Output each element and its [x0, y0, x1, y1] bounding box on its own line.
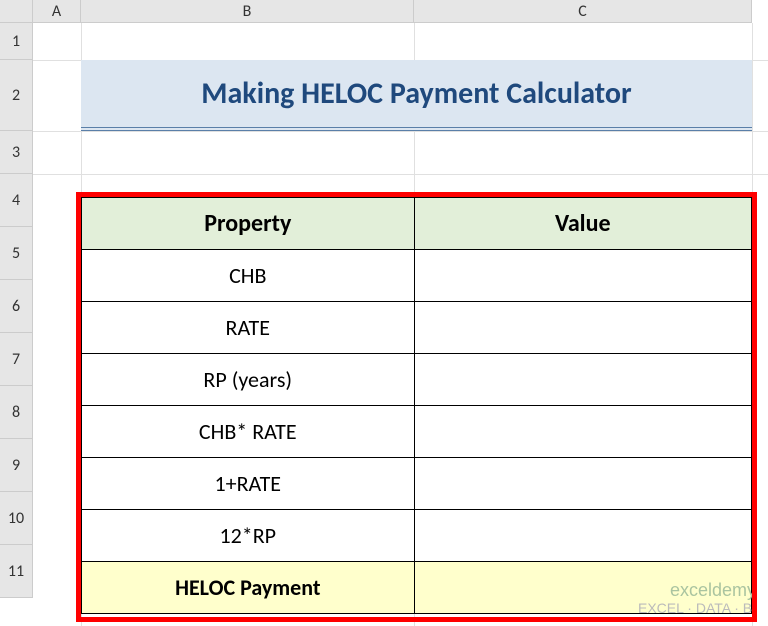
- row-header-4[interactable]: 4: [0, 174, 33, 227]
- watermark-tagline: EXCEL · DATA · BI: [638, 601, 756, 616]
- table-row: CHB* RATE: [82, 406, 752, 458]
- cell-value-1rate[interactable]: [414, 458, 751, 510]
- column-header-c[interactable]: C: [414, 0, 752, 23]
- table-row: RATE: [82, 302, 752, 354]
- column-header-b[interactable]: B: [81, 0, 414, 23]
- row-header-2[interactable]: 2: [0, 60, 33, 131]
- cell-property-chbrate[interactable]: CHB* RATE: [82, 406, 415, 458]
- cell-value-rate[interactable]: [414, 302, 751, 354]
- table-row: RP (years): [82, 354, 752, 406]
- column-header-a[interactable]: A: [33, 0, 81, 23]
- row-header-9[interactable]: 9: [0, 439, 33, 492]
- cell-property-rate[interactable]: RATE: [82, 302, 415, 354]
- watermark: exceldemy EXCEL · DATA · BI: [638, 581, 756, 616]
- spreadsheet: A B C 1 2 3 4 5 6 7 8 9 10 11 Making HEL…: [0, 0, 768, 626]
- table-row: 1+RATE: [82, 458, 752, 510]
- cell-property-rp[interactable]: RP (years): [82, 354, 415, 406]
- row-header-3[interactable]: 3: [0, 131, 33, 174]
- row-header-1[interactable]: 1: [0, 23, 33, 60]
- cell-value-12rp[interactable]: [414, 510, 751, 562]
- table-row: CHB: [82, 250, 752, 302]
- row-header-5[interactable]: 5: [0, 227, 33, 280]
- cell-value-rp[interactable]: [414, 354, 751, 406]
- cell-property-12rp[interactable]: 12*RP: [82, 510, 415, 562]
- cell-value-chbrate[interactable]: [414, 406, 751, 458]
- row-header-11[interactable]: 11: [0, 545, 33, 598]
- heloc-table: Property Value CHB RATE RP (years) CHB* …: [81, 197, 752, 614]
- row-header-10[interactable]: 10: [0, 492, 33, 545]
- select-all-corner[interactable]: [0, 0, 33, 23]
- watermark-brand: exceldemy: [638, 581, 756, 601]
- page-title: Making HELOC Payment Calculator: [81, 60, 752, 131]
- row-header-6[interactable]: 6: [0, 280, 33, 333]
- table-row: 12*RP: [82, 510, 752, 562]
- table-header-row: Property Value: [82, 198, 752, 250]
- cell-property-1rate[interactable]: 1+RATE: [82, 458, 415, 510]
- cell-value-chb[interactable]: [414, 250, 751, 302]
- row-headers: 1 2 3 4 5 6 7 8 9 10 11: [0, 23, 33, 598]
- cell-property-chb[interactable]: CHB: [82, 250, 415, 302]
- header-value[interactable]: Value: [414, 198, 751, 250]
- header-property[interactable]: Property: [82, 198, 415, 250]
- cell-property-heloc[interactable]: HELOC Payment: [82, 562, 415, 614]
- row-header-8[interactable]: 8: [0, 386, 33, 439]
- row-header-7[interactable]: 7: [0, 333, 33, 386]
- column-headers: A B C: [33, 0, 752, 23]
